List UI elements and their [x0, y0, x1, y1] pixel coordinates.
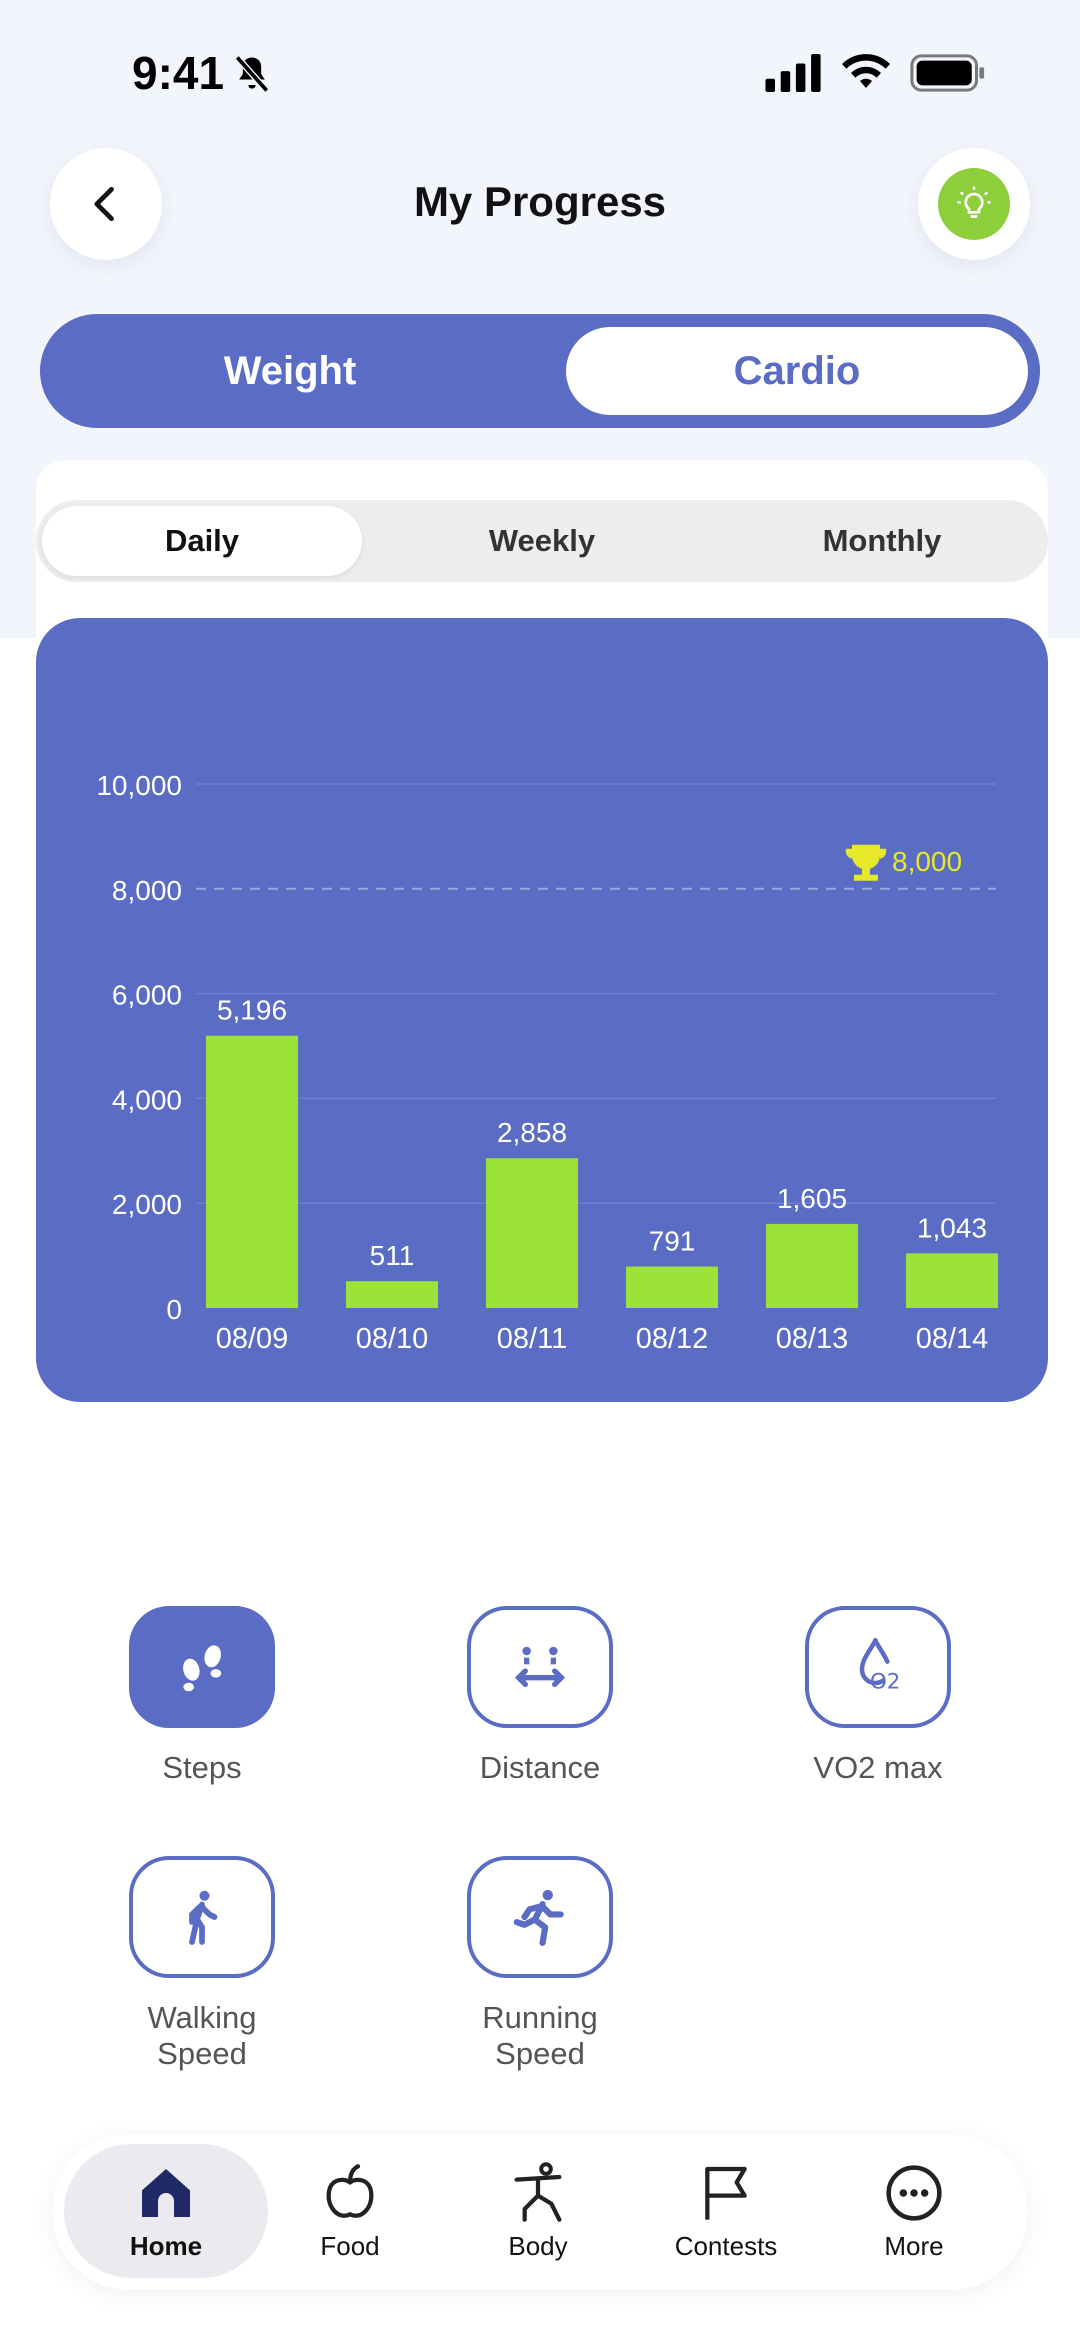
apple-icon: [326, 2163, 374, 2218]
x-tick-label: 08/09: [216, 1323, 289, 1355]
y-tick-label: 0: [166, 1294, 182, 1325]
nav-contests[interactable]: Contests: [624, 2144, 828, 2278]
signal-icon: [765, 54, 821, 92]
status-bar: 9:41: [0, 0, 1080, 140]
running-icon: [513, 1889, 564, 1946]
nav-label-contests: Contests: [674, 2230, 778, 2261]
metric-steps[interactable]: Steps: [82, 1606, 322, 1786]
tip-button[interactable]: [918, 148, 1030, 260]
steps-button[interactable]: [129, 1606, 275, 1728]
bar: [626, 1266, 718, 1308]
y-tick-label: 4,000: [112, 1084, 182, 1115]
metric-walking-speed[interactable]: Walking Speed: [82, 1856, 322, 2072]
metric-distance[interactable]: Distance: [420, 1606, 660, 1786]
distance-icon: [514, 1646, 566, 1687]
tab-cardio[interactable]: Cardio: [566, 327, 1028, 415]
nav-label-home: Home: [129, 2230, 203, 2261]
footprints-icon: [183, 1645, 222, 1692]
bar-value-label: 791: [649, 1226, 696, 1257]
y-tick-label: 2,000: [112, 1189, 182, 1220]
bar-value-label: 5,196: [217, 995, 287, 1026]
nav-more[interactable]: More: [812, 2144, 1016, 2278]
nav-food[interactable]: Food: [248, 2144, 452, 2278]
running-speed-button[interactable]: [467, 1856, 613, 1978]
vo2max-button[interactable]: O2: [805, 1606, 951, 1728]
x-tick-label: 08/12: [636, 1323, 709, 1355]
bar-value-label: 511: [370, 1240, 415, 1271]
nav-home[interactable]: Home: [64, 2144, 268, 2278]
nav-label-body: Body: [508, 2230, 568, 2261]
body-icon: [514, 2161, 562, 2222]
y-tick-label: 6,000: [112, 980, 182, 1011]
metric-label-distance: Distance: [479, 1750, 601, 1785]
tab-monthly[interactable]: Monthly: [722, 506, 1042, 576]
home-icon: [142, 2168, 190, 2217]
page-title: My Progress: [413, 178, 667, 225]
steps-bar-chart: 0 2,000 4,000 6,000 8,000 10,000 8,000 5,196 08/…: [96, 770, 998, 1355]
metric-vo2max[interactable]: O2 VO2 max: [758, 1606, 998, 1786]
metric-running-speed[interactable]: Running Speed: [420, 1856, 660, 2072]
trophy-icon: [845, 844, 887, 881]
bell-muted-icon: [234, 55, 270, 93]
weight-cardio-toggle: Weight Cardio: [40, 314, 1040, 428]
x-tick-label: 08/10: [356, 1323, 429, 1355]
goal-label: 8,000: [892, 846, 962, 877]
y-tick-label: 8,000: [112, 875, 182, 906]
bar-value-label: 1,605: [777, 1183, 847, 1214]
x-tick-label: 08/13: [776, 1323, 849, 1355]
battery-icon: [910, 54, 985, 92]
bar: [906, 1253, 998, 1308]
status-time: 9:41: [132, 47, 225, 99]
lightbulb-icon: [957, 186, 991, 218]
walking-speed-button[interactable]: [129, 1856, 275, 1978]
nav-body[interactable]: Body: [436, 2144, 640, 2278]
period-tabs: Daily Weekly Monthly: [36, 500, 1048, 582]
bar-value-label: 2,858: [497, 1117, 567, 1148]
bar: [206, 1035, 298, 1308]
x-tick-label: 08/11: [497, 1323, 567, 1355]
tab-weekly[interactable]: Weekly: [382, 506, 702, 576]
metric-label-running-speed: Running Speed: [482, 2000, 598, 2071]
back-button[interactable]: [50, 148, 162, 260]
walking-icon: [189, 1890, 218, 1945]
more-icon: [886, 2164, 942, 2221]
metric-label-steps: Steps: [162, 1750, 242, 1785]
bar: [766, 1223, 858, 1308]
distance-button[interactable]: [467, 1606, 613, 1728]
bar-value-label: 1,043: [917, 1212, 987, 1243]
tab-weight[interactable]: Weight: [40, 314, 540, 428]
bar: [486, 1158, 578, 1308]
metric-label-vo2max: VO2 max: [813, 1750, 943, 1785]
bar: [346, 1281, 438, 1308]
y-tick-label: 10,000: [96, 770, 182, 801]
flag-icon: [705, 2166, 747, 2220]
bottom-nav: Home Food Body Contests More: [52, 2134, 1028, 2290]
metric-label-walking-speed: Walking Speed: [147, 2000, 257, 2071]
wifi-icon: [842, 54, 890, 88]
vo2-icon: O2: [859, 1638, 900, 1694]
x-tick-label: 08/14: [916, 1323, 989, 1355]
nav-label-food: Food: [320, 2230, 380, 2261]
nav-label-more: More: [884, 2230, 944, 2261]
chevron-left-icon: [94, 186, 114, 222]
tip-icon-container: [938, 168, 1010, 240]
svg-text:O2: O2: [870, 1669, 900, 1694]
tab-daily[interactable]: Daily: [42, 506, 362, 576]
